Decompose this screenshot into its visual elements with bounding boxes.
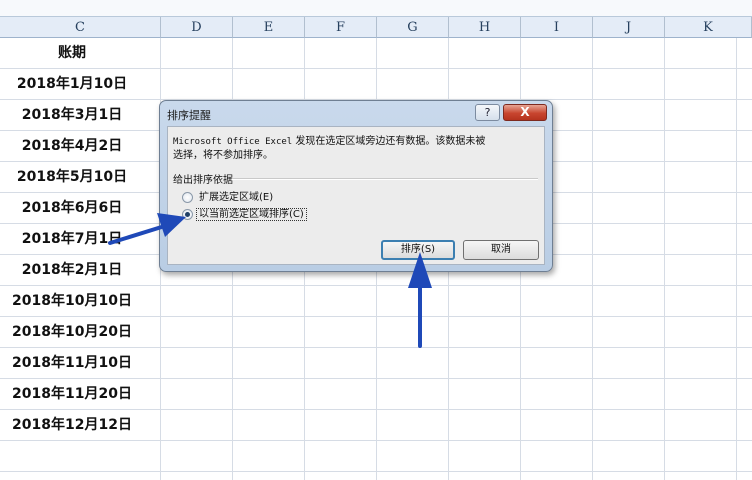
column-header-label: G	[407, 20, 418, 35]
date-cell[interactable]: 2018年5月10日	[0, 162, 144, 193]
option-current-label: 以当前选定区域排序(C)	[196, 208, 307, 221]
radio-expand[interactable]	[182, 192, 193, 203]
cell-c-header[interactable]: 账期	[0, 38, 144, 69]
date-cell[interactable]: 2018年11月20日	[0, 379, 144, 410]
option-current-label-wrap: 以当前选定区域排序(C)	[196, 207, 307, 223]
close-button[interactable]: X	[503, 104, 547, 121]
dialog-message: Microsoft Office Excel 发现在选定区域旁边还有数据。该数据…	[173, 135, 543, 162]
column-header-c[interactable]: C	[0, 17, 161, 38]
column-header-j[interactable]: J	[593, 17, 665, 38]
column-header-f[interactable]: F	[305, 17, 377, 38]
column-header-label: D	[191, 20, 202, 35]
help-button[interactable]: ?	[475, 104, 500, 121]
message-line2: 选择，将不参加排序。	[173, 150, 273, 161]
dialog-title: 排序提醒	[167, 109, 211, 122]
sort-button[interactable]: 排序(S)	[381, 240, 455, 260]
message-app-name: Microsoft Office Excel	[173, 137, 293, 147]
column-header-label: I	[553, 20, 560, 35]
date-cell[interactable]: 2018年6月6日	[0, 193, 144, 224]
column-header-g[interactable]: G	[377, 17, 449, 38]
formula-bar-strip	[0, 0, 752, 17]
column-header-k[interactable]: K	[665, 17, 752, 38]
date-cell[interactable]: 2018年10月20日	[0, 317, 144, 348]
grid-line	[0, 471, 752, 472]
grid-line	[736, 38, 737, 480]
column-header-label: J	[625, 20, 632, 35]
dialog-body: Microsoft Office Excel 发现在选定区域旁边还有数据。该数据…	[167, 126, 545, 265]
column-header-label: F	[335, 20, 346, 35]
message-line1: 发现在选定区域旁边还有数据。该数据未被	[292, 136, 486, 147]
column-header-d[interactable]: D	[161, 17, 233, 38]
date-cell[interactable]: 2018年11月10日	[0, 348, 144, 379]
date-cell[interactable]: 2018年3月1日	[0, 100, 144, 131]
column-header-label: H	[478, 20, 491, 35]
date-cell[interactable]: 2018年4月2日	[0, 131, 144, 162]
radio-current-selected[interactable]	[182, 209, 193, 220]
sort-warning-dialog: 排序提醒 ? X Microsoft Office Excel 发现在选定区域旁…	[159, 100, 553, 272]
date-cell[interactable]: 2018年1月10日	[0, 69, 144, 100]
column-header-label: E	[263, 20, 274, 35]
date-cell[interactable]: 2018年12月12日	[0, 410, 144, 441]
column-header-label: C	[75, 20, 85, 35]
column-header-h[interactable]: H	[449, 17, 521, 38]
option-expand-label: 扩展选定区域(E)	[199, 192, 274, 203]
cancel-button[interactable]: 取消	[463, 240, 539, 260]
group-divider	[232, 178, 538, 180]
grid-line	[592, 38, 593, 480]
sort-basis-group-label: 给出排序依据	[173, 175, 233, 186]
column-header-label: K	[703, 20, 713, 35]
date-cell[interactable]: 2018年2月1日	[0, 255, 144, 286]
date-cell[interactable]: 2018年7月1日	[0, 224, 144, 255]
column-header-e[interactable]: E	[233, 17, 305, 38]
column-header-i[interactable]: I	[521, 17, 593, 38]
grid-line	[664, 38, 665, 480]
date-cell[interactable]: 2018年10月10日	[0, 286, 144, 317]
